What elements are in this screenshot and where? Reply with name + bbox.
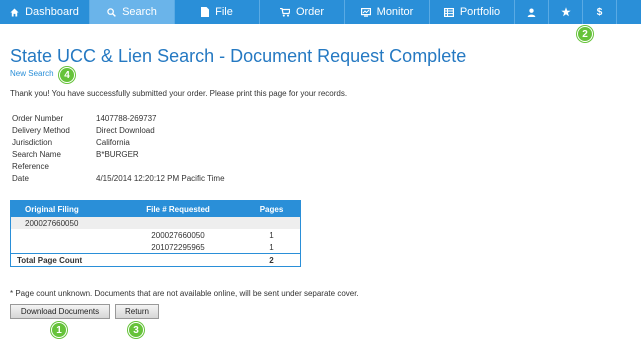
table-row: 200027660050 1 [11, 229, 300, 241]
cell-pages: 1 [269, 230, 274, 240]
header-file-requested: File # Requested [146, 204, 210, 214]
header-pages: Pages [259, 204, 284, 214]
nav-search[interactable]: Search [90, 0, 175, 24]
monitor-icon [360, 7, 371, 17]
nav-monitor[interactable]: Monitor [345, 0, 430, 24]
nav-monitor-label: Monitor [376, 6, 414, 18]
nav-dashboard-label: Dashboard [25, 6, 79, 18]
confirmation-message: Thank you! You have successfully submitt… [10, 89, 348, 98]
callout-badge-1: 1 [51, 322, 67, 338]
cell-pages: 1 [269, 242, 274, 252]
detail-row: Jurisdiction California [12, 137, 225, 149]
total-pages: 2 [269, 255, 274, 265]
page-title: State UCC & Lien Search - Document Reque… [10, 46, 467, 66]
detail-value: B*BURGER [96, 150, 139, 159]
nav-search-label: Search [122, 6, 157, 18]
cell-file: 201072295965 [151, 242, 205, 252]
download-documents-button[interactable]: Download Documents [10, 304, 110, 319]
new-search-link[interactable]: New Search [10, 69, 54, 78]
detail-row: Order Number 1407788-269737 [12, 113, 225, 125]
user-icon [527, 8, 536, 17]
portfolio-icon [443, 7, 454, 17]
search-icon [107, 7, 116, 17]
callout-badge-2: 2 [577, 26, 593, 42]
table-header: Original Filing File # Requested Pages [11, 201, 300, 217]
file-icon [201, 7, 210, 17]
star-icon [560, 7, 571, 17]
cell-file: 200027660050 [151, 230, 205, 240]
detail-row: Date 4/15/2014 12:20:12 PM Pacific Time [12, 173, 225, 185]
detail-row: Delivery Method Direct Download [12, 125, 225, 137]
home-icon [10, 7, 19, 17]
table-total-row: Total Page Count 2 [11, 253, 300, 266]
nav-order-label: Order [295, 6, 325, 18]
nav-billing[interactable]: $ [583, 0, 617, 24]
nav-order[interactable]: Order [260, 0, 345, 24]
dollar-icon: $ [596, 6, 603, 18]
return-button[interactable]: Return [115, 304, 159, 319]
detail-value: Direct Download [96, 126, 155, 135]
detail-row: Search Name B*BURGER [12, 149, 225, 161]
nav-file[interactable]: File [175, 0, 260, 24]
footnote: * Page count unknown. Documents that are… [10, 289, 359, 298]
cell-filing: 200027660050 [25, 218, 79, 228]
detail-label: Jurisdiction [12, 138, 53, 147]
header-original-filing: Original Filing [25, 204, 79, 214]
detail-label: Reference [12, 162, 49, 171]
detail-value: 4/15/2014 12:20:12 PM Pacific Time [96, 174, 225, 183]
detail-label: Delivery Method [12, 126, 70, 135]
detail-value: 1407788-269737 [96, 114, 157, 123]
nav-portfolio[interactable]: Portfolio [430, 0, 515, 24]
total-label: Total Page Count [17, 255, 83, 265]
top-navigation: Dashboard Search File Order Monitor Port… [0, 0, 641, 24]
cart-icon [279, 7, 290, 17]
detail-value: California [96, 138, 130, 147]
callout-badge-4: 4 [59, 67, 75, 83]
nav-dashboard[interactable]: Dashboard [0, 0, 90, 24]
order-details: Order Number 1407788-269737 Delivery Met… [12, 113, 225, 185]
callout-badge-3: 3 [128, 322, 144, 338]
nav-file-label: File [215, 6, 233, 18]
detail-label: Search Name [12, 150, 61, 159]
nav-portfolio-label: Portfolio [459, 6, 501, 18]
table-row: 200027660050 [11, 217, 300, 229]
documents-table: Original Filing File # Requested Pages 2… [10, 200, 301, 267]
detail-label: Order Number [12, 114, 64, 123]
nav-user[interactable] [515, 0, 549, 24]
detail-row: Reference [12, 161, 225, 173]
detail-label: Date [12, 174, 29, 183]
nav-favorites[interactable] [549, 0, 583, 24]
table-row: 201072295965 1 [11, 241, 300, 253]
